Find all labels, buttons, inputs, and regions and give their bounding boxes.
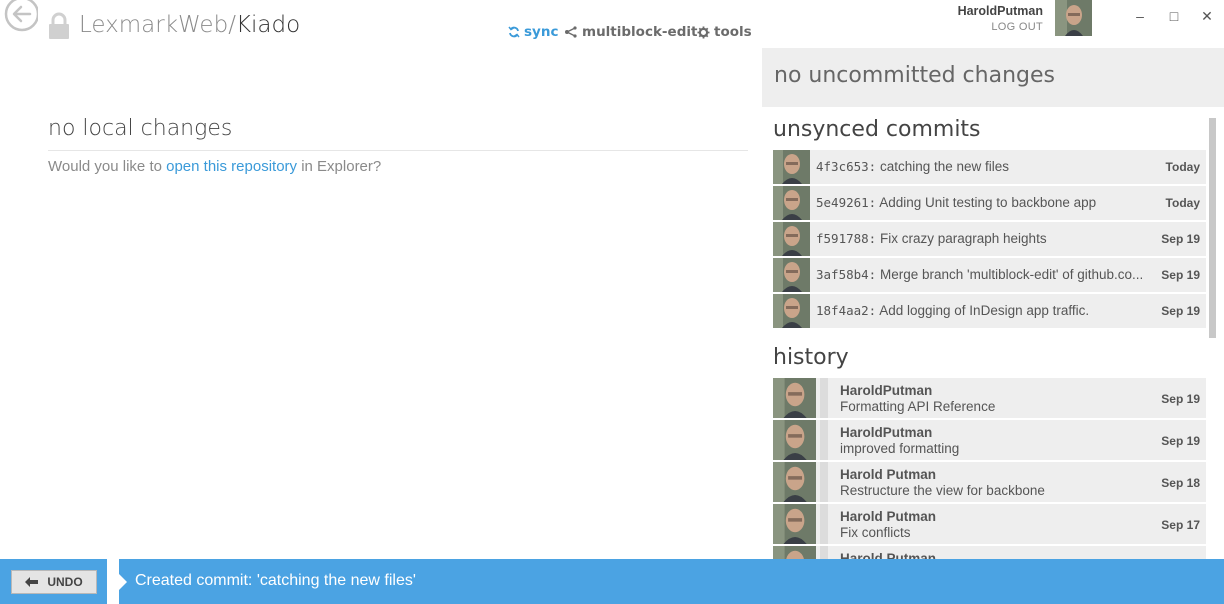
repository-name: Kiado [235, 12, 301, 38]
undo-label: UNDO [47, 575, 83, 589]
commit-sha: 4f3c653: [816, 159, 877, 174]
history-author: HaroldPutman [840, 383, 933, 398]
open-repository-message: Would you like to open this repository i… [48, 158, 381, 175]
history-row[interactable]: Harold Putman Fix conflicts Sep 17 [773, 504, 1206, 544]
commit-date: Today [1165, 196, 1200, 210]
commit-summary: 5e49261: Adding Unit testing to backbone… [816, 195, 1161, 210]
commit-sha: 18f4aa2: [816, 303, 877, 318]
unsynced-commit-row[interactable]: 4f3c653: catching the new files Today [773, 150, 1206, 184]
history-message: improved formatting [840, 441, 960, 456]
commit-sha: 3af58b4: [816, 267, 877, 282]
undo-button[interactable]: UNDO [11, 570, 97, 594]
history-author-avatar [773, 504, 816, 544]
commit-message: catching the new files [879, 159, 1010, 174]
commit-author-avatar [773, 294, 810, 328]
user-avatar[interactable] [1055, 0, 1092, 36]
notification-bar: UNDO Created commit: 'catching the new f… [0, 559, 1224, 604]
notification-message: Created commit: 'catching the new files' [135, 572, 416, 589]
commit-date: Sep 19 [1161, 304, 1200, 318]
undo-arrow-icon [25, 577, 39, 587]
commit-summary: f591788: Fix crazy paragraph heights [816, 231, 1161, 246]
history-message: Restructure the view for backbone [840, 483, 1045, 498]
sync-button[interactable]: sync [508, 22, 558, 42]
open-repository-link[interactable]: open this repository [166, 158, 297, 175]
branch-icon [565, 26, 577, 38]
commit-author-avatar [773, 186, 810, 220]
commit-sha: 5e49261: [816, 195, 877, 210]
unsynced-commit-row[interactable]: 3af58b4: Merge branch 'multiblock-edit' … [773, 258, 1206, 292]
history-row[interactable]: Harold Putman Restructure the view for ba… [773, 462, 1206, 502]
back-arrow-icon [4, 0, 40, 32]
user-name: HaroldPutman [957, 4, 1043, 18]
maximize-button[interactable]: □ [1164, 6, 1184, 26]
repository-owner: LexmarkWeb [79, 12, 229, 38]
commit-summary: 3af58b4: Merge branch 'multiblock-edit' … [816, 267, 1161, 282]
uncommitted-changes-label: no uncommitted changes [774, 63, 1055, 88]
history-author: Harold Putman [840, 509, 937, 524]
local-changes-heading: no local changes [48, 116, 233, 141]
history-author-avatar [773, 420, 816, 460]
logout-link[interactable]: LOG OUT [991, 21, 1043, 33]
lock-icon [48, 12, 70, 40]
commit-author-avatar [773, 222, 810, 256]
repository-title: LexmarkWeb/Kiado [79, 12, 300, 38]
minimize-button[interactable]: – [1130, 6, 1150, 26]
gear-icon [697, 26, 710, 38]
commit-date: Sep 19 [1161, 268, 1200, 282]
commit-message: Add logging of InDesign app traffic. [879, 303, 1090, 318]
undo-area: UNDO [0, 559, 107, 604]
commit-date: Today [1165, 160, 1200, 174]
commit-date: Sep 19 [1161, 232, 1200, 246]
history-date: Sep 17 [1161, 518, 1200, 532]
commit-author-avatar [773, 150, 810, 184]
message-prefix: Would you like to [48, 158, 167, 175]
commit-summary: 4f3c653: catching the new files [816, 159, 1161, 174]
branch-button[interactable]: multiblock-edit [564, 22, 697, 42]
history-author: HaroldPutman [840, 425, 933, 440]
history-row[interactable]: HaroldPutman Formatting API Reference Sep … [773, 378, 1206, 418]
history-date: Sep 18 [1161, 476, 1200, 490]
back-button[interactable] [2, 0, 40, 36]
notification-divider [107, 559, 119, 604]
history-message: Formatting API Reference [840, 399, 996, 414]
history-author-avatar [773, 378, 816, 418]
history-row-marker [820, 420, 828, 460]
commit-author-avatar [773, 258, 810, 292]
heading-divider [48, 150, 748, 151]
history-author-avatar [773, 462, 816, 502]
repository-separator: / [228, 12, 236, 38]
close-button[interactable]: ✕ [1197, 6, 1217, 26]
sync-label: sync [524, 24, 559, 40]
unsynced-commits-heading: unsynced commits [773, 117, 981, 142]
history-date: Sep 19 [1161, 392, 1200, 406]
history-row[interactable]: HaroldPutman improved formatting Sep 19 [773, 420, 1206, 460]
uncommitted-changes-box: no uncommitted changes [762, 48, 1224, 107]
commit-message: Adding Unit testing to backbone app [879, 195, 1097, 210]
panel-scrollbar[interactable] [1209, 118, 1216, 338]
history-message: Fix conflicts [840, 525, 911, 540]
commit-message: Merge branch 'multiblock-edit' of github… [879, 267, 1144, 282]
branch-label: multiblock-edit [582, 24, 698, 40]
history-row-marker [820, 378, 828, 418]
notification-pointer [119, 574, 127, 590]
commit-summary: 18f4aa2: Add logging of InDesign app tra… [816, 303, 1161, 318]
history-heading: history [773, 345, 849, 370]
history-row-marker [820, 504, 828, 544]
history-author: Harold Putman [840, 467, 937, 482]
sync-icon [508, 26, 520, 38]
message-suffix: in Explorer? [297, 158, 382, 175]
history-date: Sep 19 [1161, 434, 1200, 448]
unsynced-commit-row[interactable]: f591788: Fix crazy paragraph heights Sep … [773, 222, 1206, 256]
tools-label: tools [714, 24, 752, 40]
unsynced-commit-row[interactable]: 18f4aa2: Add logging of InDesign app tra… [773, 294, 1206, 328]
unsynced-commit-row[interactable]: 5e49261: Adding Unit testing to backbone… [773, 186, 1206, 220]
history-row-marker [820, 462, 828, 502]
commit-sha: f591788: [816, 231, 877, 246]
commit-message: Fix crazy paragraph heights [879, 231, 1047, 246]
tools-button[interactable]: tools [697, 22, 752, 42]
